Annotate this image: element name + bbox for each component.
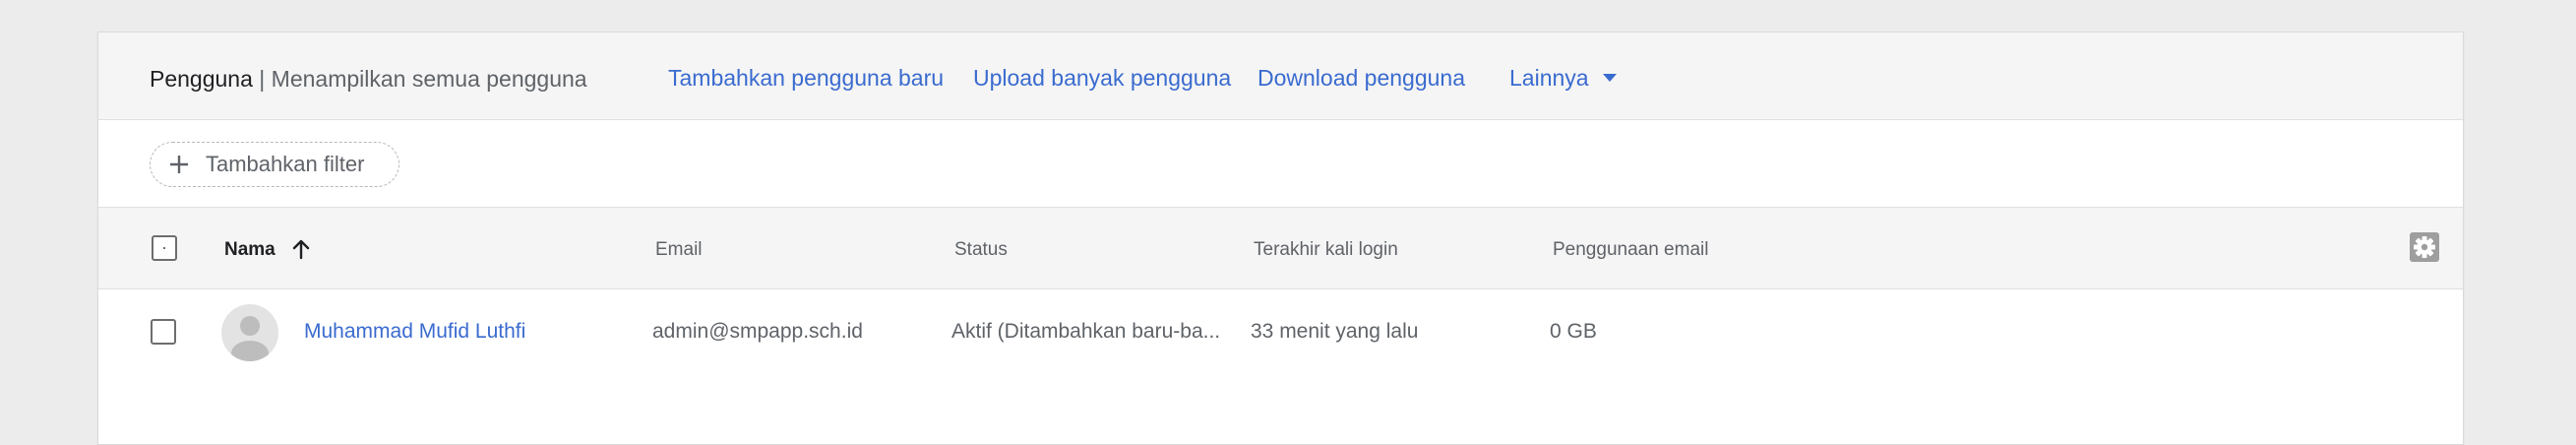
column-header-name[interactable]: Nama: [224, 239, 276, 261]
user-status: Aktif (Ditambahkan baru-ba...: [951, 320, 1221, 343]
add-filter-label: Tambahkan filter: [206, 152, 365, 176]
download-users-link[interactable]: Download pengguna: [1257, 65, 1465, 92]
user-email: admin@smpapp.sch.id: [652, 320, 863, 343]
bulk-upload-users-link[interactable]: Upload banyak pengguna: [973, 65, 1231, 92]
user-last-login: 33 menit yang lalu: [1251, 320, 1419, 343]
page-subtitle: Menampilkan semua pengguna: [271, 66, 587, 92]
table-header: Nama Email Status Terakhir kali login Pe…: [98, 208, 2463, 289]
add-filter-button[interactable]: Tambahkan filter: [150, 142, 399, 187]
column-header-last-login[interactable]: Terakhir kali login: [1254, 239, 1398, 261]
column-header-status[interactable]: Status: [954, 239, 1008, 261]
page-title-main: Pengguna: [150, 66, 253, 92]
column-header-email[interactable]: Email: [655, 239, 703, 261]
gear-icon[interactable]: [2409, 231, 2440, 263]
more-menu-label: Lainnya: [1509, 65, 1589, 91]
plus-icon: [170, 156, 188, 173]
arrow-up-icon[interactable]: [290, 237, 312, 261]
user-email-usage: 0 GB: [1550, 320, 1597, 343]
table-row[interactable]: Muhammad Mufid Luthfi admin@smpapp.sch.i…: [98, 289, 2463, 372]
filter-bar: Tambahkan filter: [98, 120, 2463, 208]
select-all-checkbox[interactable]: [152, 235, 177, 261]
users-card: Pengguna | Menampilkan semua pengguna Ta…: [97, 32, 2464, 445]
more-menu-button[interactable]: Lainnya: [1509, 65, 1617, 92]
person-icon: [221, 304, 278, 361]
row-checkbox[interactable]: [151, 319, 176, 345]
column-header-email-usage[interactable]: Penggunaan email: [1553, 239, 1708, 261]
page-title: Pengguna | Menampilkan semua pengguna: [150, 66, 587, 93]
user-name-link[interactable]: Muhammad Mufid Luthfi: [304, 320, 525, 344]
add-user-link[interactable]: Tambahkan pengguna baru: [668, 65, 944, 92]
users-header: Pengguna | Menampilkan semua pengguna Ta…: [98, 32, 2463, 120]
title-separator: |: [259, 66, 266, 92]
caret-down-icon: [1602, 73, 1617, 82]
